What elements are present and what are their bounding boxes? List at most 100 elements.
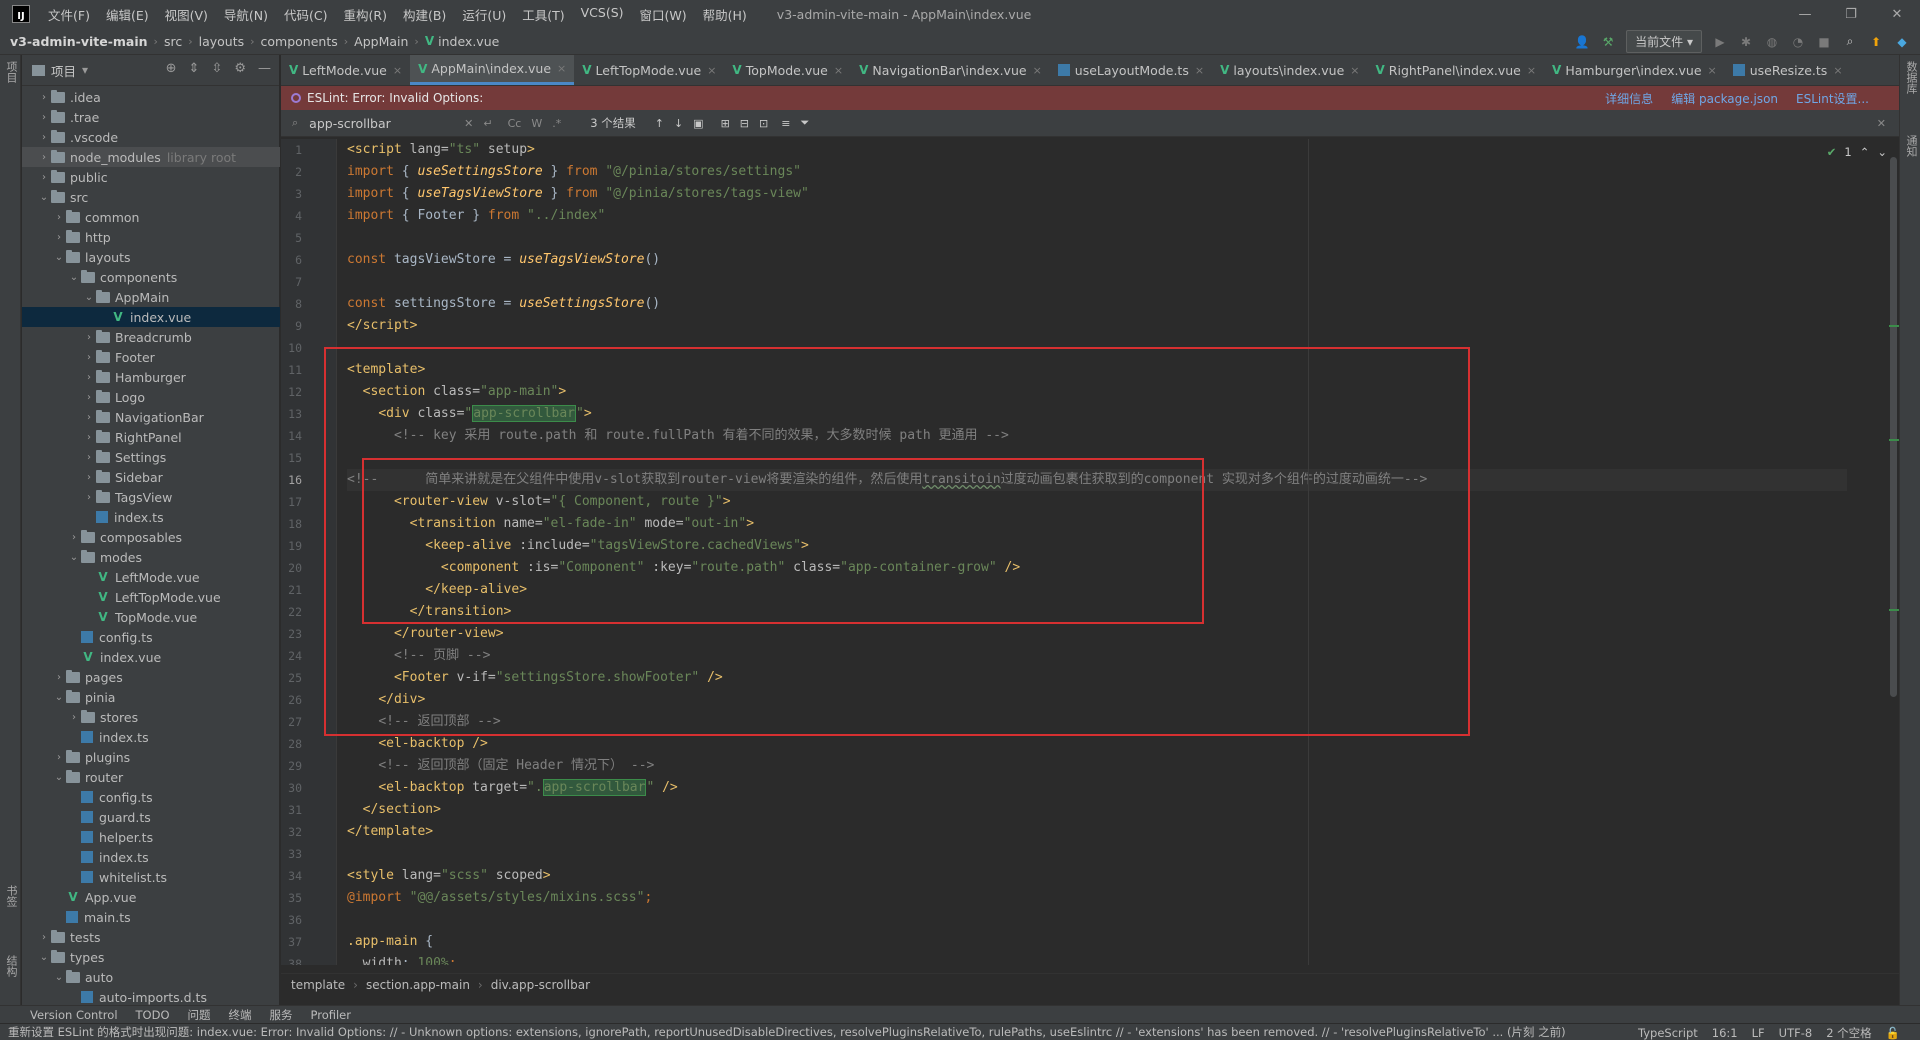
stripe-structure-tab[interactable]: 结构 [3, 955, 19, 977]
chevron-right-icon[interactable]: › [52, 232, 66, 243]
code-line[interactable]: const tagsViewStore = useTagsViewStore() [347, 249, 1847, 271]
tree-item[interactable]: › .vscode [22, 127, 280, 147]
stripe-notifications-tab[interactable]: 通知 [1903, 135, 1919, 157]
user-icon[interactable]: 👤 [1574, 34, 1590, 50]
tree-item[interactable]: config.ts [22, 787, 280, 807]
run-config-select[interactable]: 当前文件 ▾ [1626, 30, 1702, 53]
chevron-right-icon[interactable]: › [37, 92, 51, 103]
next-match-icon[interactable]: ↓ [674, 117, 683, 130]
chevron-right-icon[interactable]: › [52, 752, 66, 763]
editor-tab[interactable]: Vlayouts\index.vue × [1212, 55, 1367, 85]
clear-icon[interactable]: ✕ [464, 117, 473, 130]
chevron-right-icon[interactable]: › [82, 392, 96, 403]
code-line[interactable]: import { Footer } from "../index" [347, 205, 1847, 227]
gear-icon[interactable]: ⚙ [234, 61, 246, 76]
close-tab-icon[interactable]: × [707, 64, 716, 77]
stripe-project-tab[interactable]: 项目 [3, 61, 19, 83]
coverage-icon[interactable]: ◍ [1764, 34, 1780, 50]
menu-item[interactable]: VCS(S) [573, 5, 632, 24]
code-line[interactable]: <script lang="ts" setup> [347, 139, 1847, 161]
chevron-right-icon[interactable]: › [82, 432, 96, 443]
chevron-right-icon[interactable]: › [82, 452, 96, 463]
details-link[interactable]: 详细信息 [1605, 90, 1653, 107]
code-line[interactable] [347, 271, 1847, 293]
chevron-right-icon[interactable]: › [67, 532, 81, 543]
chevron-down-icon[interactable]: ▾ [82, 63, 88, 77]
chevron-up-icon[interactable]: ⌃ [1860, 145, 1870, 159]
code-line[interactable]: </section> [347, 799, 1847, 821]
status-position[interactable]: 16:1 [1712, 1026, 1738, 1040]
crumb-section[interactable]: section.app-main [366, 978, 470, 992]
chevron-right-icon[interactable]: › [82, 372, 96, 383]
close-tab-icon[interactable]: × [1033, 64, 1042, 77]
chevron-right-icon[interactable]: › [37, 172, 51, 183]
breadcrumb-item[interactable]: layouts [199, 34, 245, 49]
menu-item[interactable]: 窗口(W) [632, 5, 695, 24]
close-tab-icon[interactable]: × [1350, 64, 1359, 77]
options-icon[interactable]: ≡ [781, 117, 790, 130]
editor-tab[interactable]: V TopMode.vue × [724, 55, 851, 85]
restore-icon[interactable]: ❐ [1828, 0, 1874, 28]
tree-item[interactable]: ⌄ layouts [22, 247, 280, 267]
plugin-icon[interactable]: ◆ [1894, 34, 1910, 50]
edit-package-json-link[interactable]: 编辑 package.json [1671, 90, 1778, 107]
search-icon[interactable]: ⌕ [1842, 34, 1858, 50]
tree-item[interactable]: › Settings [22, 447, 280, 467]
chevron-right-icon[interactable]: › [37, 932, 51, 943]
chevron-down-icon[interactable]: ⌄ [37, 192, 51, 203]
tree-item[interactable]: ⌄ types [22, 947, 280, 967]
breadcrumb-item[interactable]: AppMain [354, 34, 408, 49]
tree-item[interactable]: ⌄ AppMain [22, 287, 280, 307]
code-editor[interactable]: 1 2 3 4 5 6 7 8 9 10 11 12 13 14 15 16 17 18 19 20 21 22 23 24 2… [281, 139, 1899, 965]
close-icon[interactable]: ✕ [1874, 0, 1920, 28]
breadcrumb-item[interactable]: v3-admin-vite-main [10, 34, 148, 49]
code-line[interactable]: <!-- 返回顶部（固定 Header 情况下） --> [347, 755, 1847, 777]
code-line[interactable] [347, 843, 1847, 865]
tree-item[interactable]: ⌄ modes [22, 547, 280, 567]
chevron-right-icon[interactable]: › [37, 112, 51, 123]
profile-icon[interactable]: ◔ [1790, 34, 1806, 50]
crumb-div[interactable]: div.app-scrollbar [491, 978, 590, 992]
tree-item[interactable]: › Sidebar [22, 467, 280, 487]
tree-item[interactable]: config.ts [22, 627, 280, 647]
tree-item[interactable]: guard.ts [22, 807, 280, 827]
code-line[interactable]: <el-backtop /> [347, 733, 1847, 755]
chevron-down-icon[interactable]: ⌄ [37, 952, 51, 963]
tool-services[interactable]: 服务 [270, 1007, 293, 1023]
lock-icon[interactable]: 🔓 [1886, 1026, 1900, 1040]
tree-item[interactable]: index.ts [22, 507, 280, 527]
code-line[interactable]: <style lang="scss" scoped> [347, 865, 1847, 887]
add-occurrence-icon[interactable]: ⊞ [721, 117, 730, 130]
status-encoding[interactable]: UTF-8 [1779, 1026, 1813, 1040]
close-tab-icon[interactable]: × [834, 64, 843, 77]
chevron-right-icon[interactable]: › [67, 712, 81, 723]
select-occurrences-icon[interactable]: ⊡ [759, 117, 768, 130]
chevron-down-icon[interactable]: ⌄ [67, 552, 81, 563]
tree-item[interactable]: › plugins [22, 747, 280, 767]
chevron-right-icon[interactable]: › [82, 352, 96, 363]
run-icon[interactable]: ▶ [1712, 34, 1728, 50]
editor-tab[interactable]: V Hamburger\index.vue × [1544, 55, 1725, 85]
debug-icon[interactable]: ✱ [1738, 34, 1754, 50]
breadcrumb-item[interactable]: index.vue [438, 34, 499, 49]
chevron-right-icon[interactable]: › [82, 332, 96, 343]
remove-occurrence-icon[interactable]: ⊟ [740, 117, 749, 130]
whole-words-toggle[interactable]: W [531, 117, 542, 130]
tree-item[interactable]: auto-imports.d.ts [22, 987, 280, 1005]
tree-item[interactable]: › Footer [22, 347, 280, 367]
stop-icon[interactable]: ■ [1816, 34, 1832, 50]
tool-problems[interactable]: 问题 [188, 1007, 211, 1023]
editor-tab[interactable]: useResize.ts × [1725, 55, 1851, 85]
close-find-icon[interactable]: ✕ [1877, 117, 1886, 130]
tree-item[interactable]: › .idea [22, 87, 280, 107]
chevron-down-icon[interactable]: ⌄ [52, 972, 66, 983]
vertical-scrollbar[interactable] [1890, 157, 1897, 697]
tree-item[interactable]: › composables [22, 527, 280, 547]
tree-item[interactable]: › Logo [22, 387, 280, 407]
minimize-icon[interactable]: — [1782, 0, 1828, 28]
code-line[interactable]: @import "@@/assets/styles/mixins.scss"; [347, 887, 1847, 909]
tree-item[interactable]: › RightPanel [22, 427, 280, 447]
tree-item[interactable]: › .trae [22, 107, 280, 127]
tree-item[interactable]: › stores [22, 707, 280, 727]
tree-item[interactable]: › public [22, 167, 280, 187]
